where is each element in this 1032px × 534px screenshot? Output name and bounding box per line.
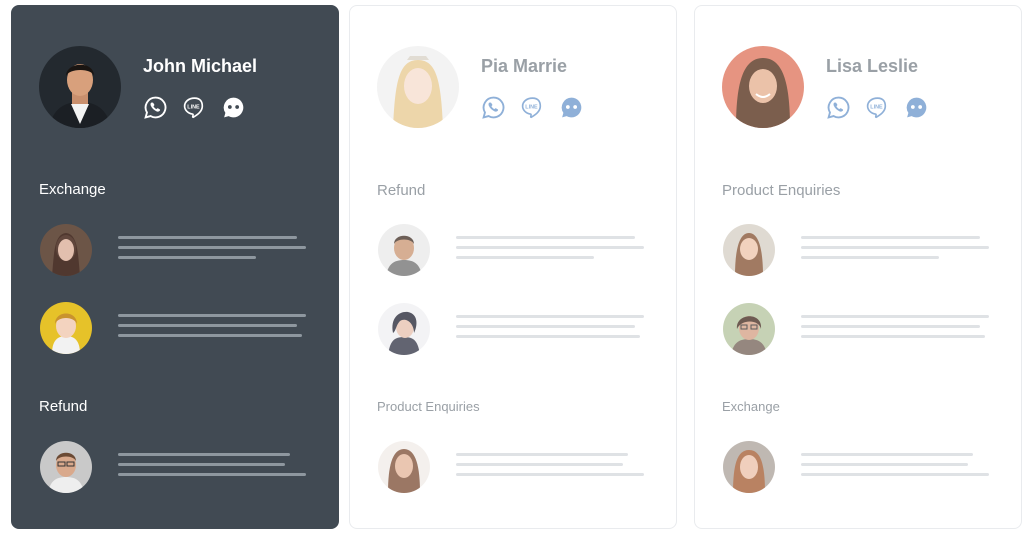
section-title: Exchange [722, 399, 780, 414]
message-preview-line [456, 315, 644, 318]
message-preview-line [456, 256, 594, 259]
message-preview-line [118, 334, 302, 337]
message-preview-line [456, 453, 628, 456]
message-preview-line [456, 246, 644, 249]
message-preview-line [118, 324, 297, 327]
ticket-item[interactable] [723, 441, 993, 493]
message-preview-line [801, 463, 968, 466]
message-preview-line [118, 236, 297, 239]
section-title: Refund [39, 398, 88, 415]
message-preview-line [118, 246, 306, 249]
ticket-item[interactable] [378, 224, 648, 276]
channel-icons: LINE [481, 95, 584, 119]
whatsapp-icon[interactable] [143, 95, 168, 120]
section-title: Product Enquiries [377, 399, 480, 414]
message-preview-line [118, 463, 285, 466]
svg-text:LINE: LINE [525, 104, 538, 110]
svg-text:LINE: LINE [187, 104, 200, 110]
chat-bot-icon[interactable] [221, 95, 246, 120]
ticket-item[interactable] [40, 224, 310, 276]
message-preview-line [801, 246, 989, 249]
message-preview-line [801, 453, 973, 456]
message-preview-line [801, 335, 985, 338]
message-preview-line [801, 236, 980, 239]
agent-header: Pia Marrie LINE [377, 46, 657, 130]
avatar [723, 224, 775, 276]
avatar [378, 224, 430, 276]
ticket-item[interactable] [378, 441, 648, 493]
line-icon[interactable]: LINE [865, 95, 890, 120]
ticket-item[interactable] [40, 302, 310, 354]
agent-header: Lisa Leslie LINE [722, 46, 1002, 130]
section-title: Refund [377, 182, 426, 199]
avatar [40, 441, 92, 493]
avatar [377, 46, 459, 128]
message-preview-line [456, 325, 635, 328]
ticket-item[interactable] [40, 441, 310, 493]
agent-name: John Michael [143, 56, 258, 76]
agent-card-pia-marrie[interactable]: Pia Marrie LINE Refund Product Enquiries [349, 5, 677, 529]
avatar [378, 441, 430, 493]
message-preview-line [456, 236, 635, 239]
section-title: Exchange [39, 181, 106, 198]
message-preview-line [801, 473, 989, 476]
line-icon[interactable]: LINE [520, 95, 545, 120]
ticket-item[interactable] [723, 224, 993, 276]
svg-text:LINE: LINE [870, 104, 883, 110]
whatsapp-icon[interactable] [826, 95, 851, 120]
agent-name: Lisa Leslie [826, 56, 919, 76]
agent-card-lisa-leslie[interactable]: Lisa Leslie LINE Product Enquiries Excha… [694, 5, 1022, 529]
message-preview-line [801, 325, 980, 328]
ticket-item[interactable] [378, 303, 648, 355]
avatar [722, 46, 804, 128]
avatar [40, 224, 92, 276]
avatar [723, 441, 775, 493]
message-preview-line [118, 473, 306, 476]
ticket-item[interactable] [723, 303, 993, 355]
avatar [40, 302, 92, 354]
message-preview-line [118, 256, 256, 259]
message-preview-line [118, 314, 306, 317]
avatar [39, 46, 121, 128]
agent-board: John Michael LINE Exchange Refund Pia Ma… [0, 0, 1032, 534]
agent-header: John Michael LINE [39, 46, 319, 130]
channel-icons: LINE [826, 95, 929, 119]
message-preview-line [456, 473, 644, 476]
message-preview-line [456, 463, 623, 466]
message-preview-line [801, 256, 939, 259]
whatsapp-icon[interactable] [481, 95, 506, 120]
message-preview-line [118, 453, 290, 456]
avatar [723, 303, 775, 355]
chat-bot-icon[interactable] [559, 95, 584, 120]
chat-bot-icon[interactable] [904, 95, 929, 120]
line-icon[interactable]: LINE [182, 95, 207, 120]
channel-icons: LINE [143, 95, 246, 119]
avatar [378, 303, 430, 355]
message-preview-line [801, 315, 989, 318]
agent-name: Pia Marrie [481, 56, 568, 76]
message-preview-line [456, 335, 640, 338]
agent-card-john-michael[interactable]: John Michael LINE Exchange Refund [11, 5, 339, 529]
section-title: Product Enquiries [722, 182, 841, 199]
